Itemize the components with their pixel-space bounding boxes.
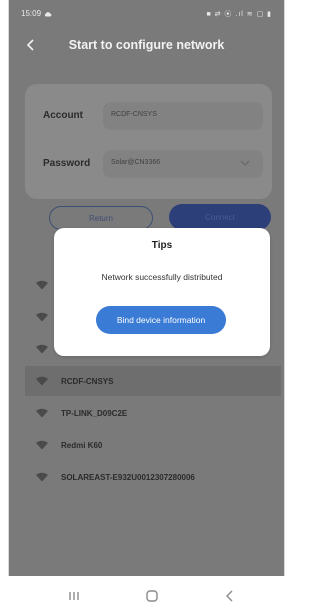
connect-button[interactable]: Connect <box>169 204 271 230</box>
account-value: RCDF-CNSYS <box>111 111 157 118</box>
account-label: Account <box>43 110 83 121</box>
wifi-name: TP-LINK_D09C2E <box>61 408 128 418</box>
wifi-icon <box>36 408 48 418</box>
wifi-item[interactable]: Redmi K60 <box>25 430 281 460</box>
status-time: 15:09 <box>21 9 42 18</box>
wifi-icon <box>36 472 48 482</box>
return-button[interactable]: Return <box>49 206 153 230</box>
wifi-name: Redmi K60 <box>61 440 103 450</box>
header: Start to configure network <box>9 34 284 58</box>
network-form: Account RCDF-CNSYS Password Solar@CN3366 <box>25 84 272 199</box>
status-icons: ■ ⇄ ⦿ .ıl ≋ ▢ ▮ <box>206 11 272 18</box>
password-label: Password <box>43 158 91 169</box>
password-field[interactable]: Solar@CN3366 <box>103 150 263 178</box>
wifi-icon <box>36 312 48 322</box>
dialog-title: Tips <box>151 240 173 251</box>
status-time-group: 15:09 <box>21 9 52 18</box>
account-field[interactable]: RCDF-CNSYS <box>103 102 263 130</box>
page-title: Start to configure network <box>68 38 225 52</box>
wifi-icon <box>36 280 48 290</box>
wifi-item[interactable]: SOLAREAST-E932U0012307280006 <box>25 462 281 492</box>
wifi-icon <box>36 344 48 354</box>
nav-back-button[interactable] <box>218 586 242 606</box>
dialog-message: Network successfully distributed <box>101 272 223 282</box>
status-bar: 15:09 ■ ⇄ ⦿ .ıl ≋ ▢ ▮ <box>9 0 284 22</box>
chevron-down-icon[interactable] <box>239 158 251 168</box>
tips-dialog: Tips Network successfully distributed Bi… <box>54 228 270 356</box>
home-icon <box>146 590 158 602</box>
wifi-name: SOLAREAST-E932U0012307280006 <box>61 472 195 482</box>
cloud-icon <box>44 11 52 16</box>
back-arrow-icon <box>226 590 233 602</box>
system-nav-bar <box>8 576 285 614</box>
password-value: Solar@CN3366 <box>111 159 161 166</box>
nav-home-button[interactable] <box>140 586 164 606</box>
password-row: Password Solar@CN3366 <box>25 148 272 180</box>
recents-icon <box>69 592 79 600</box>
wifi-item[interactable]: TP-LINK_D09C2E <box>25 398 281 428</box>
wifi-name: RCDF-CNSYS <box>61 376 114 386</box>
app-screen: 15:09 ■ ⇄ ⦿ .ıl ≋ ▢ ▮ Start to configure… <box>8 0 285 576</box>
nav-recents-button[interactable] <box>62 586 86 606</box>
wifi-icon <box>36 440 48 450</box>
account-row: Account RCDF-CNSYS <box>25 100 272 132</box>
wifi-item[interactable]: RCDF-CNSYS <box>25 366 281 396</box>
bind-device-button[interactable]: Bind device information <box>96 306 226 334</box>
wifi-icon <box>36 376 48 386</box>
